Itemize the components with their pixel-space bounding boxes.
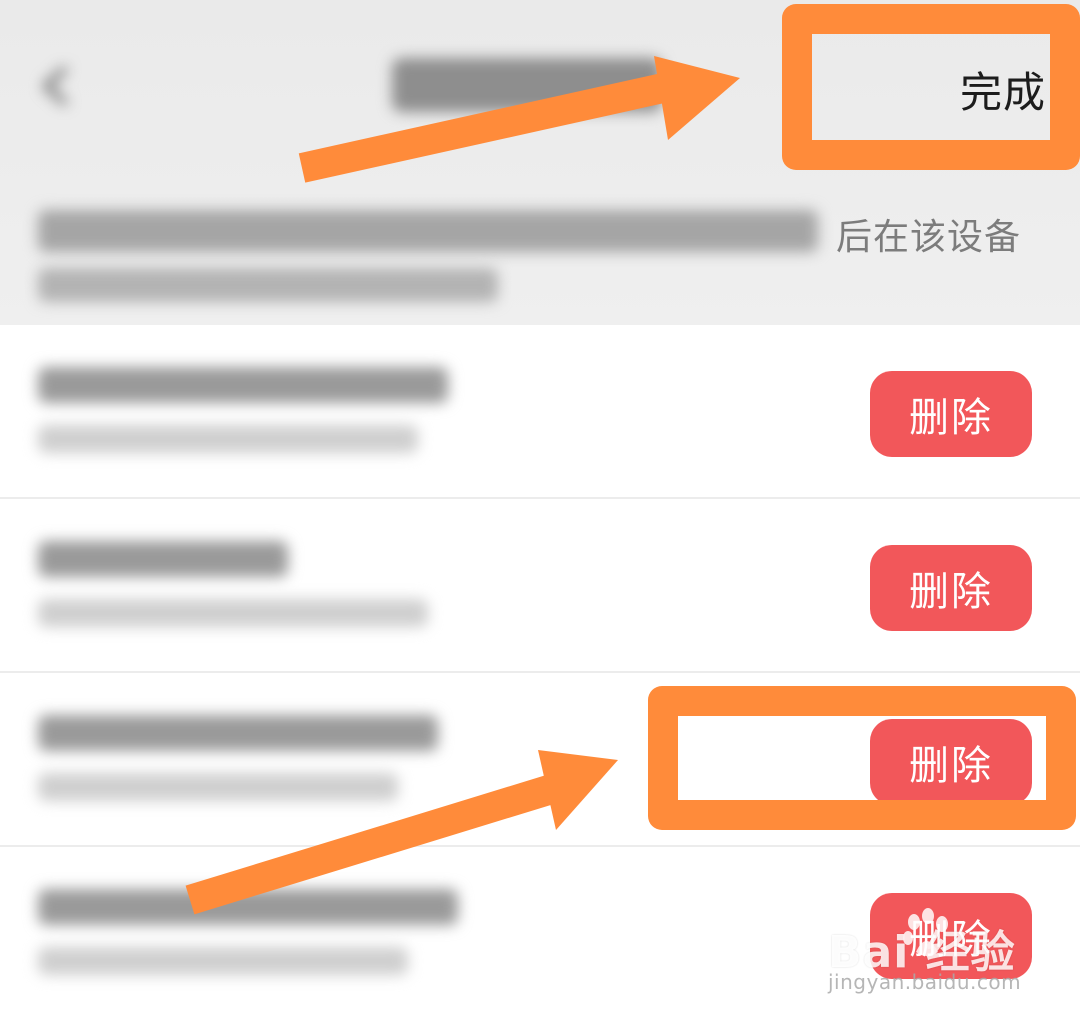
device-name-blurred [38, 541, 288, 577]
device-list-item: 删除 [0, 673, 1080, 847]
device-list-item: 删除 [0, 325, 1080, 499]
delete-button[interactable]: 删除 [870, 719, 1032, 805]
device-info-blurred [38, 599, 428, 627]
description-text: 后在该设备 [836, 217, 1022, 258]
device-info-blurred [38, 947, 408, 975]
device-management-screen: 完成 后在该设备 删除 删除 删除 删除 Bai 经验 jingyan.baid… [0, 0, 1080, 1020]
device-info-blurred [38, 773, 398, 801]
device-list-item: 删除 [0, 847, 1080, 1020]
device-name-blurred [38, 715, 438, 751]
delete-button[interactable]: 删除 [870, 545, 1032, 631]
page-title-blurred [392, 58, 662, 112]
device-name-blurred [38, 367, 448, 403]
done-button[interactable]: 完成 [906, 54, 1046, 124]
device-info-blurred [38, 425, 418, 453]
device-list-item: 删除 [0, 499, 1080, 673]
description-blurred-line-2 [38, 268, 498, 302]
description-blurred-line-1 [38, 210, 818, 252]
header: 完成 后在该设备 [0, 0, 1080, 325]
device-name-blurred [38, 889, 458, 925]
back-arrow-icon[interactable] [38, 66, 72, 106]
device-list: 删除 删除 删除 删除 [0, 325, 1080, 1020]
delete-button[interactable]: 删除 [870, 371, 1032, 457]
delete-button[interactable]: 删除 [870, 893, 1032, 979]
